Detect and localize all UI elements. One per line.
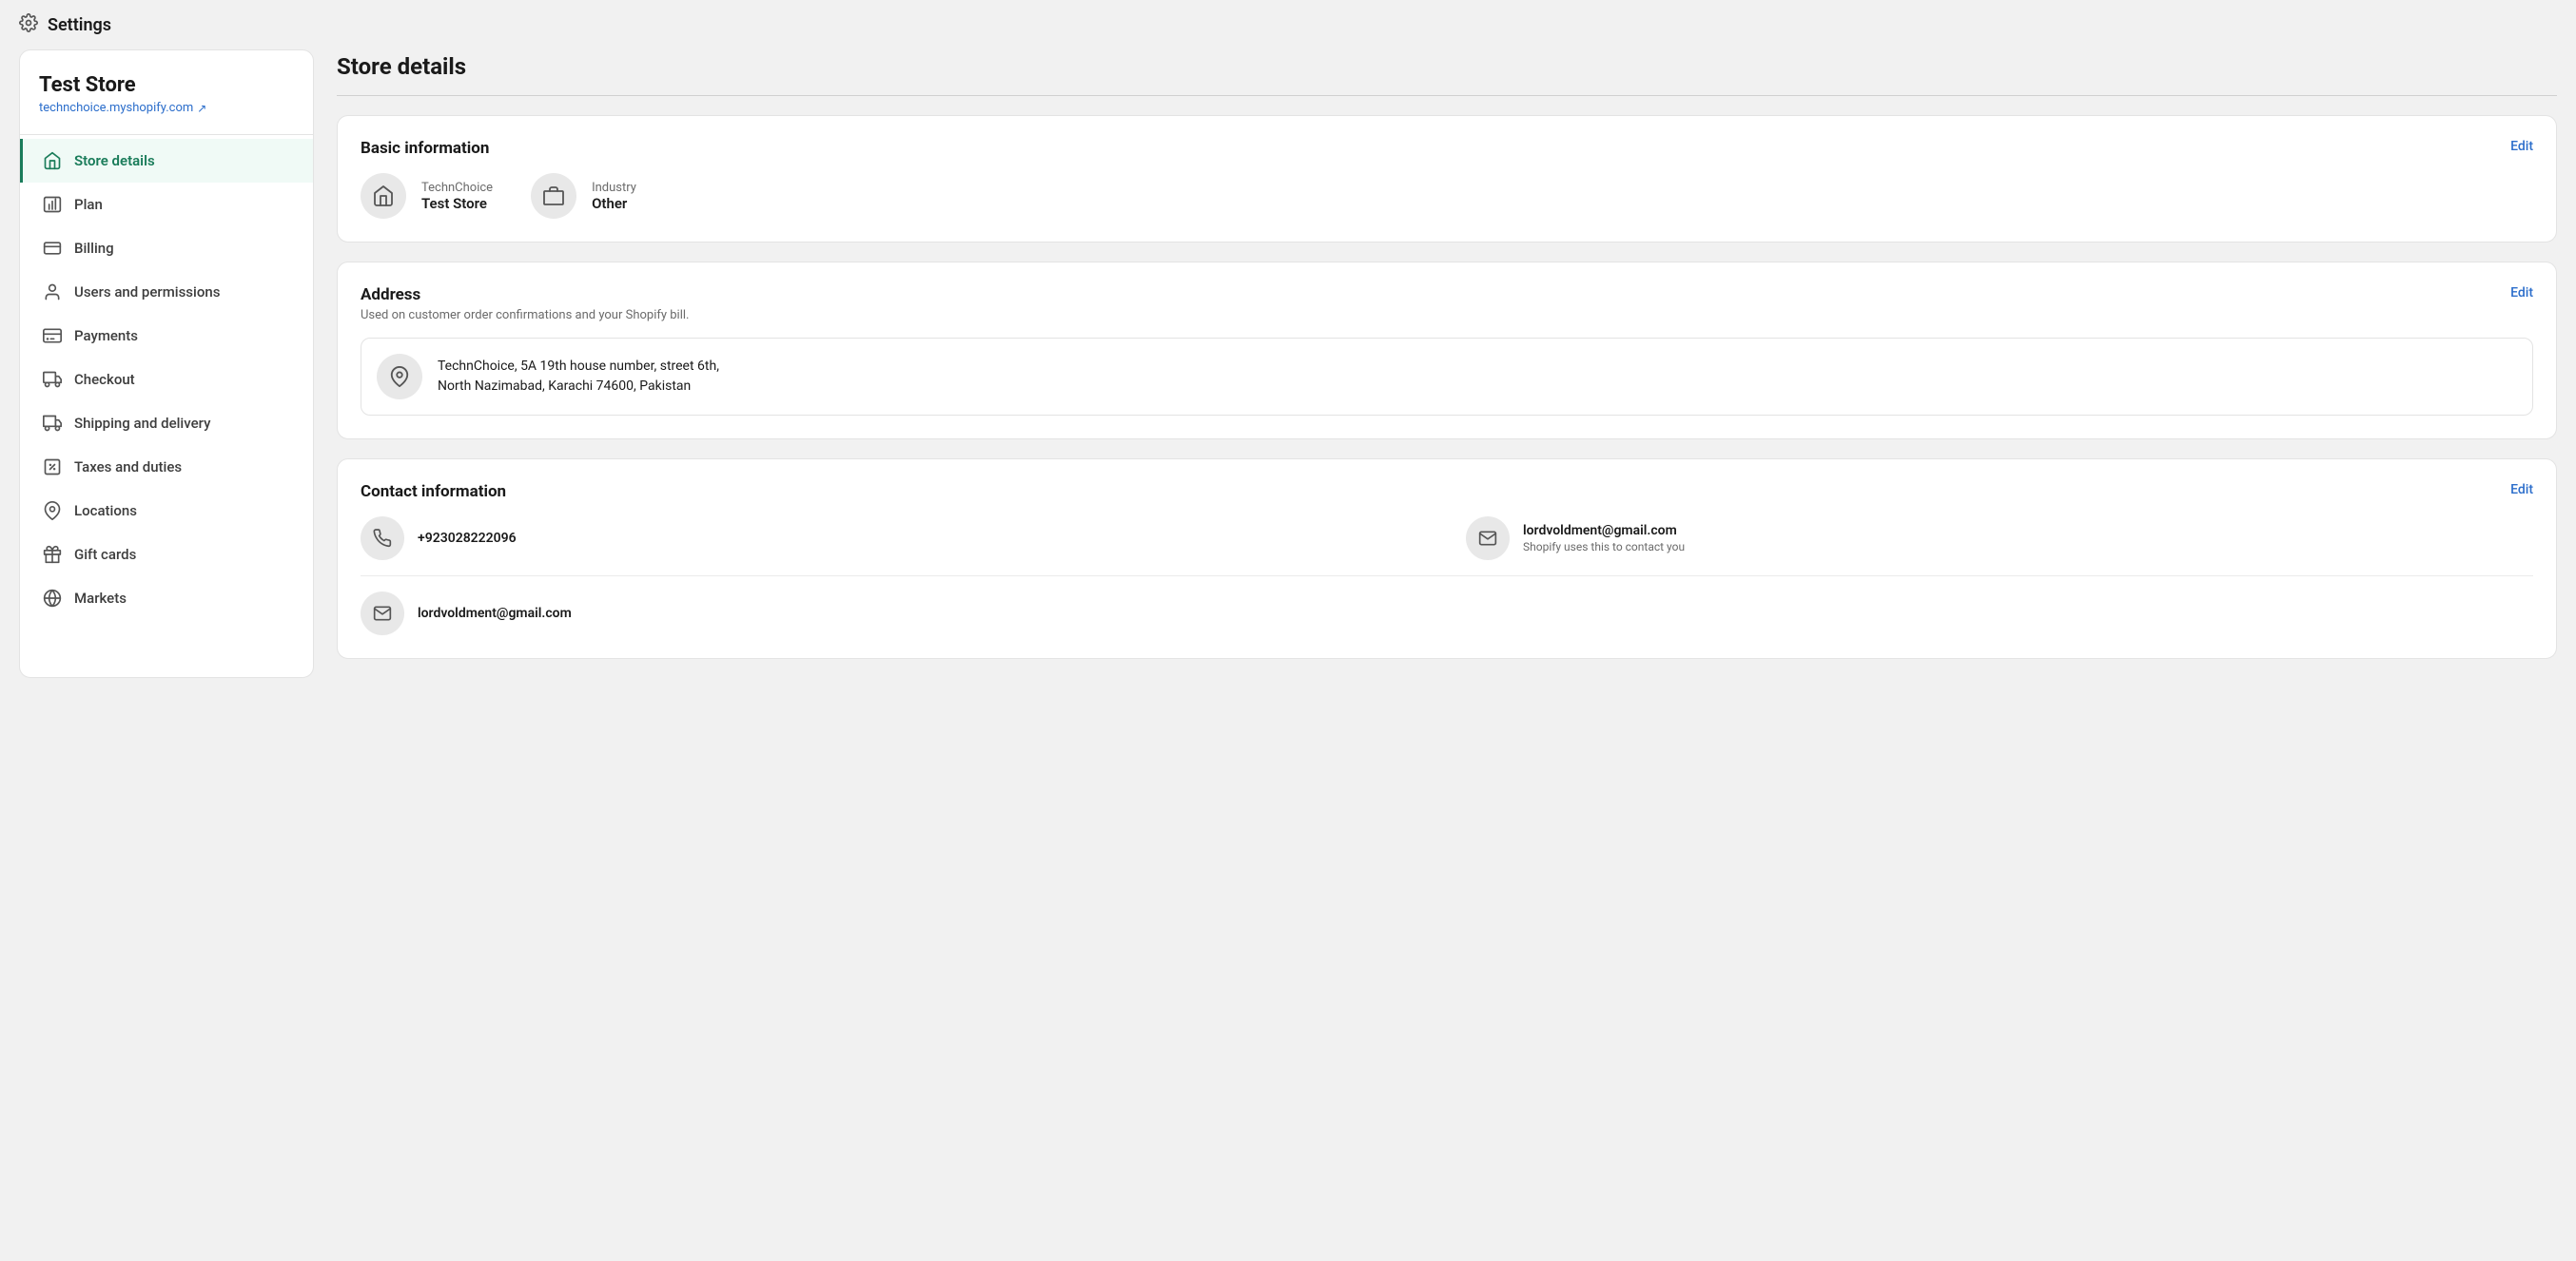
sidebar: Test Store technchoice.myshopify.com ↗ S… bbox=[19, 49, 314, 678]
plan-icon bbox=[42, 194, 63, 215]
contact-info-card: Contact information Edit +923028222096 bbox=[337, 458, 2557, 659]
email-primary-value: lordvoldment@gmail.com bbox=[1523, 523, 1685, 538]
external-link-icon: ↗ bbox=[197, 102, 206, 115]
contact-divider bbox=[361, 575, 2533, 576]
email-secondary-icon bbox=[361, 592, 404, 635]
address-title-group: Address Used on customer order confirmat… bbox=[361, 285, 689, 322]
sidebar-item-label: Gift cards bbox=[74, 546, 136, 563]
payments-icon bbox=[42, 325, 63, 346]
sidebar-item-shipping-delivery[interactable]: Shipping and delivery bbox=[20, 401, 313, 445]
taxes-icon bbox=[42, 456, 63, 477]
sidebar-item-label: Plan bbox=[74, 196, 103, 213]
sidebar-item-plan[interactable]: Plan bbox=[20, 183, 313, 226]
main-content: Store details Basic information Edit bbox=[337, 49, 2557, 678]
sidebar-item-checkout[interactable]: Checkout bbox=[20, 358, 313, 401]
contact-email-primary-item: lordvoldment@gmail.com Shopify uses this… bbox=[1466, 516, 2533, 560]
sidebar-divider bbox=[20, 134, 313, 135]
user-icon bbox=[42, 281, 63, 302]
basic-information-card: Basic information Edit TechnChoice Test … bbox=[337, 115, 2557, 242]
main-layout: Test Store technchoice.myshopify.com ↗ S… bbox=[0, 49, 2576, 716]
address-header: Address Used on customer order confirmat… bbox=[361, 285, 2533, 322]
address-row: TechnChoice, 5A 19th house number, stree… bbox=[361, 338, 2533, 416]
sidebar-store-name: Test Store bbox=[20, 73, 313, 101]
location-icon bbox=[42, 500, 63, 521]
store-info-icon bbox=[361, 173, 406, 219]
sidebar-item-label: Store details bbox=[74, 152, 155, 169]
shipping-icon bbox=[42, 413, 63, 434]
markets-icon bbox=[42, 588, 63, 609]
basic-info-title: Basic information bbox=[361, 139, 489, 158]
contact-email-secondary-item: lordvoldment@gmail.com bbox=[361, 592, 2533, 635]
basic-info-header: Basic information Edit bbox=[361, 139, 2533, 158]
contact-phone-item: +923028222096 bbox=[361, 516, 1428, 560]
sidebar-item-gift-cards[interactable]: Gift cards bbox=[20, 533, 313, 576]
store-info-text: TechnChoice Test Store bbox=[421, 181, 493, 212]
phone-text: +923028222096 bbox=[418, 531, 517, 546]
sidebar-store-link[interactable]: technchoice.myshopify.com ↗ bbox=[20, 101, 313, 134]
content-divider bbox=[337, 95, 2557, 96]
gear-icon bbox=[19, 13, 38, 36]
sidebar-item-billing[interactable]: Billing bbox=[20, 226, 313, 270]
page-title: Store details bbox=[337, 49, 2557, 80]
sidebar-item-label: Payments bbox=[74, 327, 138, 344]
industry-label: Industry bbox=[592, 181, 636, 195]
email-icon bbox=[1466, 516, 1510, 560]
address-card: Address Used on customer order confirmat… bbox=[337, 262, 2557, 439]
sidebar-item-label: Markets bbox=[74, 590, 127, 607]
store-info-item: TechnChoice Test Store bbox=[361, 173, 493, 219]
sidebar-item-locations[interactable]: Locations bbox=[20, 489, 313, 533]
basic-info-row: TechnChoice Test Store Industry Other bbox=[361, 173, 2533, 219]
sidebar-item-label: Shipping and delivery bbox=[74, 415, 210, 432]
contact-edit-button[interactable]: Edit bbox=[2510, 482, 2533, 497]
industry-info-icon bbox=[531, 173, 576, 219]
contact-email-secondary-row: lordvoldment@gmail.com bbox=[361, 592, 2533, 635]
address-subtitle: Used on customer order confirmations and… bbox=[361, 308, 689, 322]
industry-info-item: Industry Other bbox=[531, 173, 636, 219]
address-title: Address bbox=[361, 285, 420, 304]
address-line2: North Nazimabad, Karachi 74600, Pakistan bbox=[438, 377, 719, 397]
sidebar-item-label: Locations bbox=[74, 502, 137, 519]
address-line1: TechnChoice, 5A 19th house number, stree… bbox=[438, 357, 719, 377]
email-primary-text: lordvoldment@gmail.com Shopify uses this… bbox=[1523, 523, 1685, 553]
store-name-value: Test Store bbox=[421, 195, 493, 212]
contact-title: Contact information bbox=[361, 482, 506, 501]
sidebar-item-label: Checkout bbox=[74, 371, 135, 388]
sidebar-item-markets[interactable]: Markets bbox=[20, 576, 313, 620]
sidebar-item-taxes-duties[interactable]: Taxes and duties bbox=[20, 445, 313, 489]
billing-icon bbox=[42, 238, 63, 259]
sidebar-item-payments[interactable]: Payments bbox=[20, 314, 313, 358]
industry-value: Other bbox=[592, 195, 636, 212]
email-secondary-text: lordvoldment@gmail.com bbox=[418, 606, 572, 621]
contact-phone-row: +923028222096 lordvoldment@gmail.com Sho… bbox=[361, 516, 2533, 560]
sidebar-item-label: Billing bbox=[74, 240, 114, 257]
checkout-icon bbox=[42, 369, 63, 390]
phone-icon bbox=[361, 516, 404, 560]
sidebar-item-store-details[interactable]: Store details bbox=[20, 139, 313, 183]
sidebar-item-label: Taxes and duties bbox=[74, 458, 182, 475]
sidebar-item-label: Users and permissions bbox=[74, 283, 220, 301]
contact-header: Contact information Edit bbox=[361, 482, 2533, 501]
email-primary-sub: Shopify uses this to contact you bbox=[1523, 540, 1685, 553]
industry-text: Industry Other bbox=[592, 181, 636, 212]
phone-value: +923028222096 bbox=[418, 531, 517, 546]
address-text: TechnChoice, 5A 19th house number, stree… bbox=[438, 357, 719, 397]
topbar: Settings bbox=[0, 0, 2576, 49]
store-account-label: TechnChoice bbox=[421, 181, 493, 195]
sidebar-item-users-permissions[interactable]: Users and permissions bbox=[20, 270, 313, 314]
store-icon bbox=[42, 150, 63, 171]
address-pin-icon bbox=[377, 354, 422, 399]
gift-icon bbox=[42, 544, 63, 565]
email-secondary-value: lordvoldment@gmail.com bbox=[418, 606, 572, 621]
address-edit-button[interactable]: Edit bbox=[2510, 285, 2533, 301]
topbar-title: Settings bbox=[48, 15, 111, 35]
basic-info-edit-button[interactable]: Edit bbox=[2510, 139, 2533, 154]
